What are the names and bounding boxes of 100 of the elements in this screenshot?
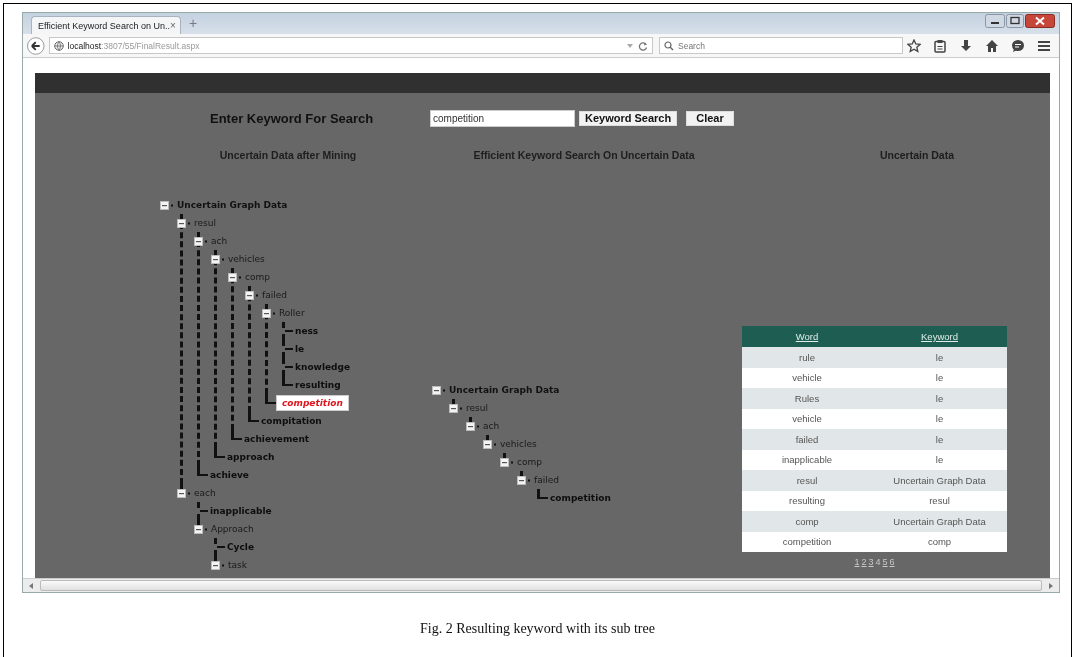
scrollbar-thumb[interactable] — [40, 580, 1042, 591]
tree-node[interactable]: ness — [293, 325, 321, 337]
star-icon[interactable] — [907, 38, 921, 53]
search-field[interactable]: Search — [659, 37, 903, 54]
page-link[interactable]: 1 — [854, 557, 860, 567]
tree-node[interactable]: resul — [192, 217, 218, 229]
table-cell: le — [872, 429, 1007, 450]
tree-node[interactable]: compitation — [259, 415, 324, 427]
url-text[interactable]: localhost:3807/55/FinalResult.aspx — [67, 40, 200, 51]
table-cell: competition — [742, 531, 872, 552]
page-link[interactable]: 3 — [868, 557, 874, 567]
column-header[interactable]: Word — [742, 326, 872, 347]
search-label: Enter Keyword For Search — [210, 111, 375, 126]
table-cell: resul — [872, 490, 1007, 511]
table-cell: le — [872, 367, 1007, 388]
collapse-icon[interactable] — [211, 560, 226, 570]
table-cell: comp — [742, 511, 872, 532]
table-cell: rule — [742, 347, 872, 368]
tree-node[interactable]: Cycle — [225, 541, 256, 553]
tree-node[interactable]: vehicles — [226, 253, 267, 265]
table-cell: le — [872, 449, 1007, 470]
collapse-icon[interactable] — [194, 524, 209, 534]
table-cell: Uncertain Graph Data — [872, 470, 1007, 491]
back-button[interactable] — [27, 36, 45, 55]
tree-connector-line — [282, 340, 293, 358]
page-link[interactable]: 6 — [889, 557, 895, 567]
page-link[interactable]: 4 — [875, 557, 881, 567]
download-icon[interactable] — [959, 38, 973, 53]
table-cell: le — [872, 408, 1007, 429]
collapse-icon[interactable] — [500, 457, 515, 467]
tree-connector-line — [537, 489, 548, 499]
tree-node[interactable]: each — [192, 487, 218, 499]
menu-icon[interactable] — [1037, 38, 1051, 53]
tree-node[interactable]: failed — [532, 474, 561, 486]
table-cell: vehicle — [742, 408, 872, 429]
table-cell: failed — [742, 429, 872, 450]
search-button[interactable]: Keyword Search — [579, 111, 678, 126]
scroll-left-icon[interactable] — [27, 581, 35, 590]
collapse-icon[interactable] — [211, 254, 226, 264]
collapse-icon[interactable] — [466, 421, 481, 431]
collapse-icon[interactable] — [449, 403, 464, 413]
tree-node[interactable]: comp — [243, 271, 272, 283]
figure-caption: Fig. 2 Resulting keyword with its sub tree — [419, 621, 656, 637]
tree-node[interactable]: achievement — [242, 433, 312, 445]
new-tab-button[interactable]: + — [189, 15, 198, 31]
collapse-icon[interactable] — [194, 236, 209, 246]
tree-node[interactable]: Approach — [209, 523, 256, 535]
collapse-icon[interactable] — [262, 308, 277, 318]
reload-icon[interactable] — [638, 40, 648, 51]
collapse-icon[interactable] — [245, 290, 260, 300]
keyword-field[interactable]: competition — [430, 110, 575, 127]
browser-tab[interactable]: Efficient Keyword Search on Un..× — [31, 16, 181, 34]
tree-node[interactable]: approach — [225, 451, 277, 463]
address-bar[interactable]: localhost:3807/55/FinalResult.aspx — [48, 37, 653, 54]
clipboard-icon[interactable] — [933, 38, 947, 53]
tree-node[interactable]: task — [226, 559, 249, 571]
collapse-icon[interactable] — [160, 200, 175, 210]
table-cell: vehicle — [742, 367, 872, 388]
tree-node[interactable]: competition — [276, 395, 349, 411]
close-tab-button[interactable]: × — [169, 20, 176, 31]
table-cell: Uncertain Graph Data — [872, 511, 1007, 532]
panel-heading: Uncertain Data after Mining — [218, 149, 358, 163]
tree-node[interactable]: resulting — [293, 379, 343, 391]
tree-node[interactable]: ach — [209, 235, 230, 247]
table-cell: le — [872, 388, 1007, 409]
tree-node[interactable]: vehicles — [498, 438, 539, 450]
tree-node[interactable]: comp — [515, 456, 544, 468]
chat-icon[interactable] — [1011, 38, 1025, 53]
horizontal-scrollbar[interactable] — [23, 578, 1059, 592]
tree-node[interactable]: Uncertain Graph Data — [447, 384, 562, 396]
tree-node[interactable]: ach — [481, 420, 502, 432]
minimize-button[interactable] — [985, 14, 1005, 28]
close-button[interactable] — [1025, 14, 1055, 28]
tree-node[interactable]: Roller — [277, 307, 307, 319]
collapse-icon[interactable] — [177, 488, 192, 498]
collapse-icon[interactable] — [228, 272, 243, 282]
column-header[interactable]: Keyword — [872, 326, 1007, 347]
tree-node[interactable]: failed — [260, 289, 289, 301]
table-cell: le — [872, 347, 1007, 368]
tree-node[interactable]: Uncertain Graph Data — [175, 199, 290, 211]
tree-node[interactable]: le — [293, 343, 307, 355]
maximize-button[interactable] — [1006, 14, 1024, 28]
scroll-right-icon[interactable] — [1047, 581, 1055, 590]
collapse-icon[interactable] — [483, 439, 498, 449]
globe-icon[interactable] — [53, 40, 64, 51]
page-link[interactable]: 5 — [882, 557, 888, 567]
collapse-icon[interactable] — [517, 475, 532, 485]
search-icon[interactable] — [664, 41, 674, 51]
tree-node[interactable]: resul — [464, 402, 490, 414]
tree-node[interactable]: competition — [548, 492, 613, 504]
tree-node[interactable]: inapplicable — [208, 505, 274, 517]
panel-heading: Efficient Keyword Search On Uncertain Data — [472, 149, 696, 163]
clear-button[interactable]: Clear — [686, 111, 734, 126]
table-cell: comp — [872, 531, 1007, 552]
home-icon[interactable] — [985, 38, 999, 53]
tree-node[interactable]: knowledge — [293, 361, 353, 373]
collapse-icon[interactable] — [432, 385, 447, 395]
page-link[interactable]: 2 — [861, 557, 867, 567]
tree-node[interactable]: achieve — [208, 469, 251, 481]
collapse-icon[interactable] — [177, 218, 192, 228]
